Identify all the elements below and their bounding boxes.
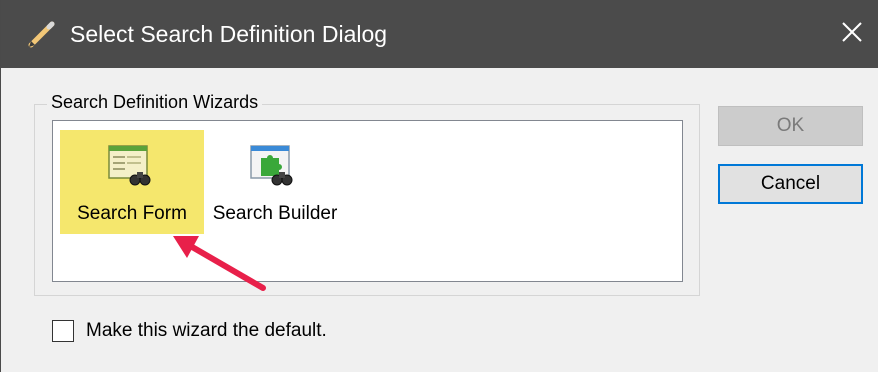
window-title: Select Search Definition Dialog	[70, 21, 388, 47]
close-button[interactable]	[825, 0, 878, 68]
search-builder-icon	[249, 144, 295, 190]
search-form-icon	[107, 144, 153, 190]
cancel-button[interactable]: Cancel	[718, 164, 863, 204]
pencil-icon	[27, 19, 57, 49]
ok-button[interactable]: OK	[718, 106, 863, 146]
annotation-arrow	[173, 236, 266, 291]
list-item-search-form[interactable]: Search Form	[60, 130, 204, 234]
wizards-list[interactable]: Search Form Search Builder	[52, 120, 683, 282]
title-bar[interactable]: Select Search Definition Dialog	[1, 0, 878, 68]
default-wizard-checkbox-label[interactable]: Make this wizard the default.	[86, 320, 327, 342]
default-wizard-checkbox[interactable]	[52, 320, 74, 342]
close-icon	[841, 21, 863, 48]
select-search-definition-dialog: Select Search Definition Dialog Search D…	[0, 0, 878, 372]
wizards-group-label: Search Definition Wizards	[47, 92, 263, 113]
list-item-search-builder[interactable]: Search Builder	[204, 130, 354, 234]
